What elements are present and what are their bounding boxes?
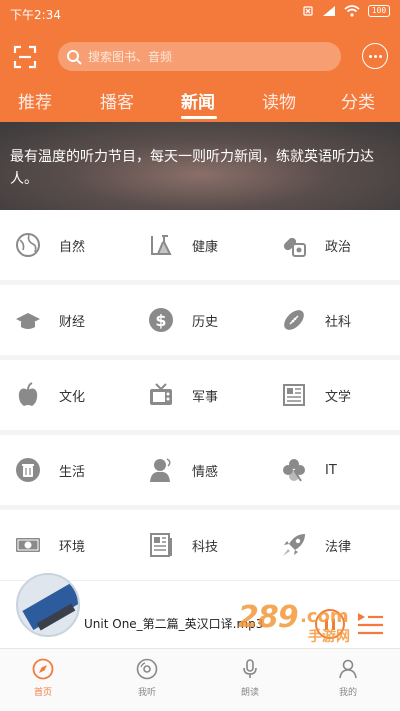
category-label: 自然 (59, 239, 86, 255)
category-social-science[interactable]: 社科 (266, 285, 399, 355)
battery-icon: 100 (368, 5, 390, 17)
track-title: Unit One_第二篇_英汉口译.mp3 (84, 617, 264, 631)
disc-icon (136, 658, 158, 680)
tv-icon (150, 383, 172, 405)
nav-label: 我的 (338, 688, 357, 698)
category-row: 环境 科技 法律 (0, 510, 400, 580)
bottom-nav: 首页 我听 朗读 我的 (0, 648, 400, 711)
alarm-icon (303, 6, 313, 16)
graduation-cap-icon (16, 313, 40, 329)
rocket-icon (283, 534, 305, 556)
nav-label: 我听 (137, 688, 156, 698)
category-literature[interactable]: 文学 (266, 360, 399, 430)
active-tab-indicator (181, 116, 217, 119)
search-icon (67, 49, 82, 65)
category-label: 文学 (325, 389, 352, 405)
category-label: 文化 (59, 389, 86, 405)
banner-text: 最有温度的听力节目，每天一则听力新闻，练就英语听力达人。 (10, 149, 374, 187)
dollar-icon: $ (149, 308, 173, 332)
compass-icon (32, 658, 54, 680)
app-header: 下午2:34 100 搜索图书、音频 推荐 播客 新闻 读物 分类 (0, 0, 400, 122)
tab-recommend[interactable]: 推荐 (18, 88, 52, 113)
album-cover[interactable] (16, 573, 80, 637)
category-finance[interactable]: 财经 (0, 285, 133, 355)
money-icon (16, 538, 40, 552)
status-icons: 100 (302, 5, 390, 17)
category-politics[interactable]: 政治 (266, 210, 399, 280)
category-label: 生活 (59, 464, 86, 480)
wifi-icon (344, 5, 360, 17)
newspaper-icon (283, 384, 305, 406)
flask-icon (151, 235, 172, 255)
pause-button[interactable] (315, 609, 345, 639)
category-grid: 自然 健康 政治 财经 $ 历史 社科 文化 军事 文学 生活 情感 IT 环境… (0, 210, 400, 580)
nav-read[interactable]: 朗读 (220, 657, 280, 707)
nav-profile[interactable]: 我的 (318, 657, 378, 707)
more-button[interactable] (362, 43, 388, 69)
category-label: 财经 (59, 314, 86, 330)
football-icon (284, 310, 304, 330)
tab-podcast[interactable]: 播客 (100, 88, 134, 113)
nav-label: 朗读 (240, 688, 259, 698)
nav-listen[interactable]: 我听 (117, 657, 177, 707)
mic-icon (243, 659, 257, 678)
category-row: 文化 军事 文学 (0, 360, 400, 430)
category-culture[interactable]: 文化 (0, 360, 133, 430)
tab-categories[interactable]: 分类 (341, 88, 375, 113)
category-label: 军事 (192, 389, 219, 405)
clover-icon (283, 459, 305, 482)
category-label: 历史 (192, 314, 219, 330)
category-label: IT (325, 462, 337, 478)
playlist-icon[interactable] (356, 611, 384, 637)
tab-news[interactable]: 新闻 (181, 88, 215, 113)
pill-icon (283, 237, 306, 257)
category-environment[interactable]: 环境 (0, 510, 133, 580)
category-row: 自然 健康 政治 (0, 210, 400, 280)
tab-readings[interactable]: 读物 (262, 88, 296, 113)
category-label: 法律 (325, 539, 352, 555)
category-military[interactable]: 军事 (133, 360, 266, 430)
trash-icon (16, 458, 40, 482)
nav-home[interactable]: 首页 (13, 657, 73, 707)
status-bar: 下午2:34 100 (0, 0, 400, 26)
search-placeholder: 搜索图书、音频 (88, 50, 173, 64)
category-label: 健康 (192, 239, 219, 255)
category-technology[interactable]: 科技 (133, 510, 266, 580)
category-life[interactable]: 生活 (0, 435, 133, 505)
person-icon (150, 458, 171, 482)
category-emotion[interactable]: 情感 (133, 435, 266, 505)
document-icon (150, 533, 172, 557)
apple-icon (18, 382, 38, 406)
category-label: 社科 (325, 314, 352, 330)
category-label: 政治 (325, 239, 352, 255)
category-label: 情感 (192, 464, 219, 480)
globe-icon (16, 233, 40, 257)
user-icon (339, 659, 357, 679)
category-row: 财经 $ 历史 社科 (0, 285, 400, 355)
category-it[interactable]: IT (266, 435, 399, 505)
mini-player[interactable]: Unit One_第二篇_英汉口译.mp3 (0, 573, 400, 648)
tab-bar: 推荐 播客 新闻 读物 分类 (0, 84, 400, 122)
search-input[interactable]: 搜索图书、音频 (58, 42, 341, 71)
scan-button[interactable] (10, 42, 40, 72)
scan-icon (13, 45, 37, 69)
status-time: 下午2:34 (10, 8, 61, 22)
category-row: 生活 情感 IT (0, 435, 400, 505)
category-law[interactable]: 法律 (266, 510, 399, 580)
svg-text:$: $ (155, 311, 166, 330)
battery-level: 100 (371, 6, 387, 15)
category-label: 科技 (192, 539, 219, 555)
category-label: 环境 (59, 539, 86, 555)
signal-icon (323, 6, 335, 16)
category-health[interactable]: 健康 (133, 210, 266, 280)
news-banner[interactable]: 最有温度的听力节目，每天一则听力新闻，练就英语听力达人。 (0, 122, 400, 210)
nav-label: 首页 (33, 688, 52, 698)
category-history[interactable]: $ 历史 (133, 285, 266, 355)
category-nature[interactable]: 自然 (0, 210, 133, 280)
